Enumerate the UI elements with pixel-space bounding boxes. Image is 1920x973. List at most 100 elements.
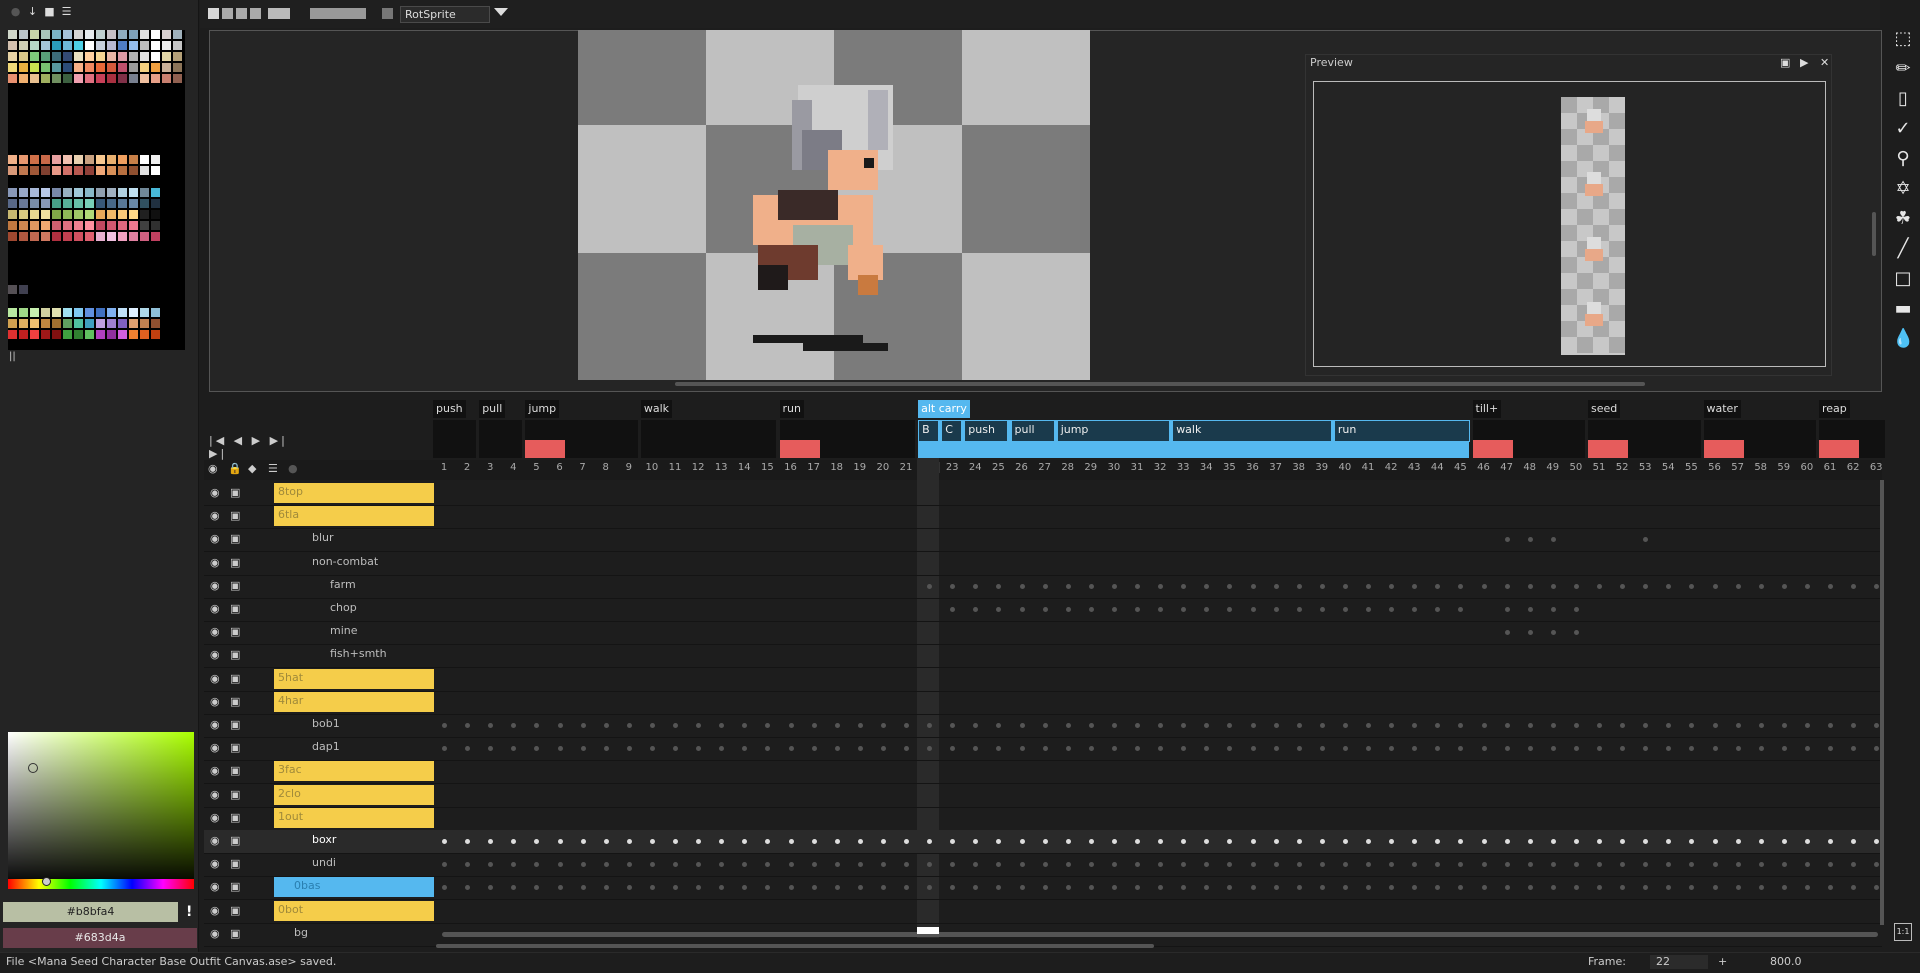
cel[interactable] [603,746,609,752]
palette-swatch[interactable] [85,308,94,317]
cel[interactable] [927,583,933,589]
palette-swatch[interactable] [41,63,50,72]
palette-swatch[interactable] [107,330,116,339]
frame-number[interactable]: 52 [1611,462,1633,473]
frame-number[interactable]: 58 [1750,462,1772,473]
layer-row[interactable]: ◉ ▣ 1out [204,807,1882,831]
palette-swatch[interactable] [52,199,61,208]
palette-swatch[interactable] [52,30,61,39]
palette-swatch[interactable] [30,41,39,50]
frame-number[interactable]: 9 [618,462,640,473]
palette-swatch[interactable] [52,188,61,197]
palette-swatch[interactable] [52,74,61,83]
cel[interactable] [1804,839,1810,844]
layer-name[interactable]: 0bot [278,903,303,916]
palette-swatch[interactable] [96,41,105,50]
palette-swatch[interactable] [8,319,17,328]
layer-row[interactable]: ◉ ▣ boxr [204,830,1882,854]
palette-swatch[interactable] [118,155,127,164]
frame-number[interactable]: 45 [1449,462,1471,473]
palette-swatch[interactable] [129,188,138,197]
palette-swatch[interactable] [151,210,160,219]
cel[interactable] [1158,583,1164,589]
lock-icon[interactable]: ▣ [230,672,240,685]
cel[interactable] [1435,723,1441,728]
cel[interactable] [1019,723,1025,728]
palette-swatch[interactable] [19,41,28,50]
palette-swatch[interactable] [162,74,171,83]
palette-swatch[interactable] [30,155,39,164]
lock-icon[interactable]: ▣ [230,602,240,615]
layer-name[interactable]: 3fac [278,763,302,776]
palette-swatch[interactable] [63,41,72,50]
cel[interactable] [442,885,447,891]
cel[interactable] [534,839,540,844]
cel[interactable] [1458,723,1464,728]
palette-swatch[interactable] [140,330,149,339]
cel[interactable] [1435,583,1441,589]
frame-number[interactable]: 11 [664,462,686,473]
palette-swatch[interactable] [162,30,171,39]
visibility-icon[interactable]: ◉ [210,718,220,731]
cel[interactable] [626,885,632,891]
frame-number[interactable]: 46 [1473,462,1495,473]
chevron-down-icon[interactable] [494,8,508,16]
palette-swatch[interactable] [118,63,127,72]
sort-icon[interactable]: ↓ [27,6,38,17]
frame-number[interactable]: 48 [1519,462,1541,473]
cel[interactable] [1573,723,1579,728]
cel[interactable] [742,862,748,868]
cel[interactable] [1412,862,1418,868]
lock-icon[interactable]: ▣ [230,695,240,708]
cel[interactable] [1435,839,1441,844]
lock-icon[interactable]: ▣ [230,579,240,592]
palette-swatch[interactable] [41,155,50,164]
animation-tag-label[interactable]: run [779,400,804,418]
cel[interactable] [1620,746,1626,752]
cel[interactable] [1851,723,1857,728]
contour-icon[interactable]: ▬ [1892,298,1914,320]
cel[interactable] [857,723,863,728]
cel[interactable] [1458,839,1464,844]
cel[interactable] [1342,862,1348,868]
cel[interactable] [1804,862,1810,868]
visibility-icon[interactable]: ◉ [210,695,220,708]
pencil-icon[interactable]: ✏ [1892,58,1914,80]
cel[interactable] [1458,607,1464,612]
palette-swatch[interactable] [19,232,28,241]
cel[interactable] [719,885,725,891]
layer-name[interactable]: 5hat [278,671,303,684]
cel[interactable] [1851,746,1857,752]
cel[interactable] [788,862,794,868]
cel[interactable] [673,723,678,728]
sub-tag-label[interactable]: push [965,421,998,439]
cel[interactable] [1158,607,1164,612]
layer-name[interactable]: 6tla [278,508,299,521]
palette-swatch[interactable] [96,221,105,230]
cel[interactable] [1712,885,1718,891]
sub-tag-label[interactable]: B [919,421,933,439]
background-color[interactable]: #683d4a [3,928,197,948]
cel[interactable] [834,885,840,891]
cel[interactable] [1204,583,1210,589]
palette-swatch[interactable] [30,308,39,317]
cel[interactable] [1851,583,1857,589]
palette-swatch[interactable] [19,221,28,230]
cel[interactable] [950,607,956,612]
cel[interactable] [742,723,748,728]
cel[interactable] [1504,839,1510,844]
palette-swatch[interactable] [41,30,50,39]
cel[interactable] [1204,723,1210,728]
editor-vertical-scrollbar[interactable] [1872,212,1876,256]
frame-number[interactable]: 5 [525,462,547,473]
palette-swatch[interactable] [74,221,83,230]
frame-number[interactable]: 1 [433,462,455,473]
layer-name[interactable]: 8top [278,485,303,498]
cel[interactable] [811,723,817,728]
layer-name[interactable]: farm [330,578,356,591]
cel[interactable] [511,746,517,752]
cel[interactable] [1135,723,1140,728]
lock-icon[interactable]: ▣ [230,556,240,569]
cel[interactable] [1550,537,1556,543]
cel[interactable] [973,746,979,752]
